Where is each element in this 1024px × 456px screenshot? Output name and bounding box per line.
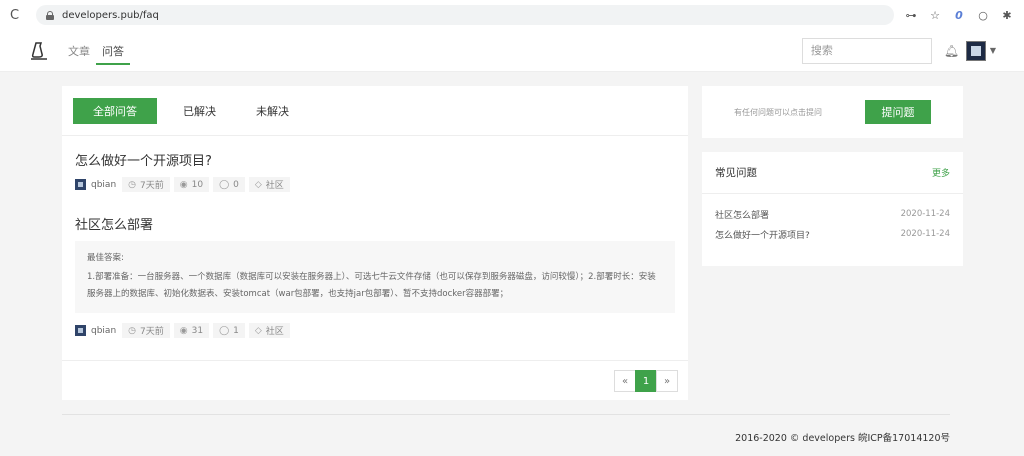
ask-question-button[interactable]: 提问题 <box>865 100 931 124</box>
time-text: 7天前 <box>140 327 164 337</box>
main-nav: 文章 问答 <box>62 30 130 71</box>
views-chip: ◉ 10 <box>173 177 210 192</box>
best-answer-text: 1.部署准备：一台服务器、一个数据库（数据库可以安装在服务器上）、可选七牛云文件… <box>87 272 656 299</box>
url-text: developers.pub/faq <box>62 9 159 21</box>
address-bar[interactable]: developers.pub/faq <box>36 5 894 25</box>
user-name[interactable]: qbian <box>91 180 116 190</box>
footer-text: 2016-2020 © developers 皖ICP备17014120号 <box>735 433 950 444</box>
tag-icon: ◇ <box>254 179 262 190</box>
browser-toolbar: C developers.pub/faq ⊶ ☆ 0 ○ ✱ <box>0 0 1024 30</box>
faq-more-link[interactable]: 更多 <box>932 166 950 179</box>
chevron-down-icon[interactable]: ▼ <box>990 46 996 55</box>
eye-icon: ◉ <box>179 179 188 190</box>
comments-count: 0 <box>233 179 239 190</box>
question-title[interactable]: 社区怎么部署 <box>75 214 675 233</box>
time-chip: ◷ 7天前 <box>122 323 170 338</box>
reload-icon[interactable]: C <box>10 8 24 23</box>
comment-icon: ◯ <box>219 325 230 336</box>
tag-text: 社区 <box>265 181 284 191</box>
best-answer-label: 最佳答案: <box>87 253 124 263</box>
faq-question[interactable]: 怎么做好一个开源项目? <box>715 228 810 241</box>
puzzle-icon[interactable]: ✱ <box>1000 9 1014 22</box>
main-content: 全部问答 已解决 未解决 怎么做好一个开源项目? qbian ◷ 7天前 ◉ 10 … <box>0 72 1024 456</box>
avatar[interactable] <box>965 40 986 61</box>
bell-icon[interactable]: 🔔︎ <box>944 44 959 58</box>
tab-solved[interactable]: 已解决 <box>169 98 230 124</box>
pagination: « 1 » <box>614 370 678 392</box>
faq-date: 2020-11-24 <box>900 209 950 219</box>
page-button-current[interactable]: 1 <box>635 370 657 392</box>
tag-chip[interactable]: ◇ 社区 <box>248 323 290 338</box>
search-input[interactable] <box>801 37 932 64</box>
faq-date: 2020-11-24 <box>900 229 950 239</box>
clock-icon: ◷ <box>128 325 137 336</box>
user-avatar[interactable] <box>75 179 86 190</box>
nav-articles[interactable]: 文章 <box>62 30 96 71</box>
tag-chip[interactable]: ◇ 社区 <box>248 177 290 192</box>
list-item: 怎么做好一个开源项目? qbian ◷ 7天前 ◉ 10 ◯ 0 ◇ 社区 <box>62 150 688 192</box>
prev-page-button[interactable]: « <box>614 370 636 392</box>
pagination-bar: « 1 » <box>62 360 688 400</box>
faq-item: 社区怎么部署 2020-11-24 <box>715 204 950 224</box>
extension-icon[interactable]: 0 <box>952 9 966 22</box>
tab-unsolved[interactable]: 未解决 <box>242 98 303 124</box>
circle-extension-icon[interactable]: ○ <box>976 9 990 22</box>
qa-list-card: 全部问答 已解决 未解决 怎么做好一个开源项目? qbian ◷ 7天前 ◉ 10 … <box>62 86 688 400</box>
views-count: 10 <box>191 179 204 190</box>
faq-list: 社区怎么部署 2020-11-24 怎么做好一个开源项目? 2020-11-24 <box>702 194 963 244</box>
site-logo[interactable] <box>28 40 50 62</box>
ask-question-card: 有任何问题可以点击提问 提问题 <box>702 86 963 138</box>
site-header: 文章 问答 🔔︎ ▼ <box>0 30 1024 72</box>
footer-divider <box>62 414 950 415</box>
key-icon[interactable]: ⊶ <box>904 9 918 22</box>
comments-chip: ◯ 0 <box>213 177 245 192</box>
ask-hint: 有任何问题可以点击提问 <box>734 107 822 117</box>
tag-icon: ◇ <box>254 325 262 336</box>
comments-chip: ◯ 1 <box>213 323 245 338</box>
best-answer: 最佳答案: 1.部署准备：一台服务器、一个数据库（数据库可以安装在服务器上）、可… <box>75 241 675 313</box>
faq-item: 怎么做好一个开源项目? 2020-11-24 <box>715 224 950 244</box>
views-chip: ◉ 31 <box>173 323 210 338</box>
eye-icon: ◉ <box>179 325 188 336</box>
faq-card: 常见问题 更多 社区怎么部署 2020-11-24 怎么做好一个开源项目? 20… <box>702 152 963 266</box>
question-title[interactable]: 怎么做好一个开源项目? <box>75 150 675 169</box>
qa-tabs: 全部问答 已解决 未解决 <box>62 86 688 136</box>
time-chip: ◷ 7天前 <box>122 177 170 192</box>
tag-text: 社区 <box>265 327 284 337</box>
star-icon[interactable]: ☆ <box>928 9 942 22</box>
next-page-button[interactable]: » <box>656 370 678 392</box>
question-meta: qbian ◷ 7天前 ◉ 10 ◯ 0 ◇ 社区 <box>75 177 675 192</box>
faq-header: 常见问题 更多 <box>702 152 963 194</box>
clock-icon: ◷ <box>128 179 137 190</box>
browser-tools: ⊶ ☆ 0 ○ ✱ <box>904 9 1014 22</box>
user-avatar[interactable] <box>75 325 86 336</box>
faq-title: 常见问题 <box>715 167 757 179</box>
faq-question[interactable]: 社区怎么部署 <box>715 208 769 221</box>
lock-icon <box>46 10 54 20</box>
views-count: 31 <box>191 325 204 336</box>
list-item: 社区怎么部署 最佳答案: 1.部署准备：一台服务器、一个数据库（数据库可以安装在… <box>62 214 688 338</box>
question-meta: qbian ◷ 7天前 ◉ 31 ◯ 1 ◇ 社区 <box>75 323 675 338</box>
tab-all[interactable]: 全部问答 <box>73 97 157 124</box>
time-text: 7天前 <box>140 181 164 191</box>
logo-icon <box>31 41 47 60</box>
nav-qa[interactable]: 问答 <box>96 30 130 71</box>
comment-icon: ◯ <box>219 179 230 190</box>
user-name[interactable]: qbian <box>91 326 116 336</box>
comments-count: 1 <box>233 325 239 336</box>
